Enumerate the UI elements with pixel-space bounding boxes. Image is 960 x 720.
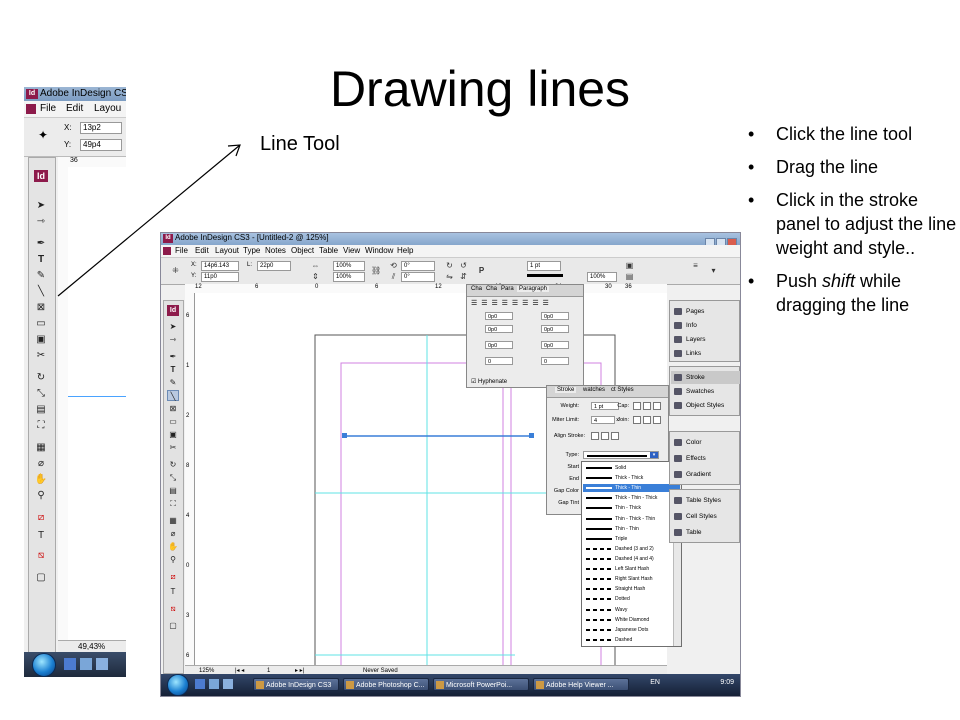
callout-arrow xyxy=(57,144,241,297)
